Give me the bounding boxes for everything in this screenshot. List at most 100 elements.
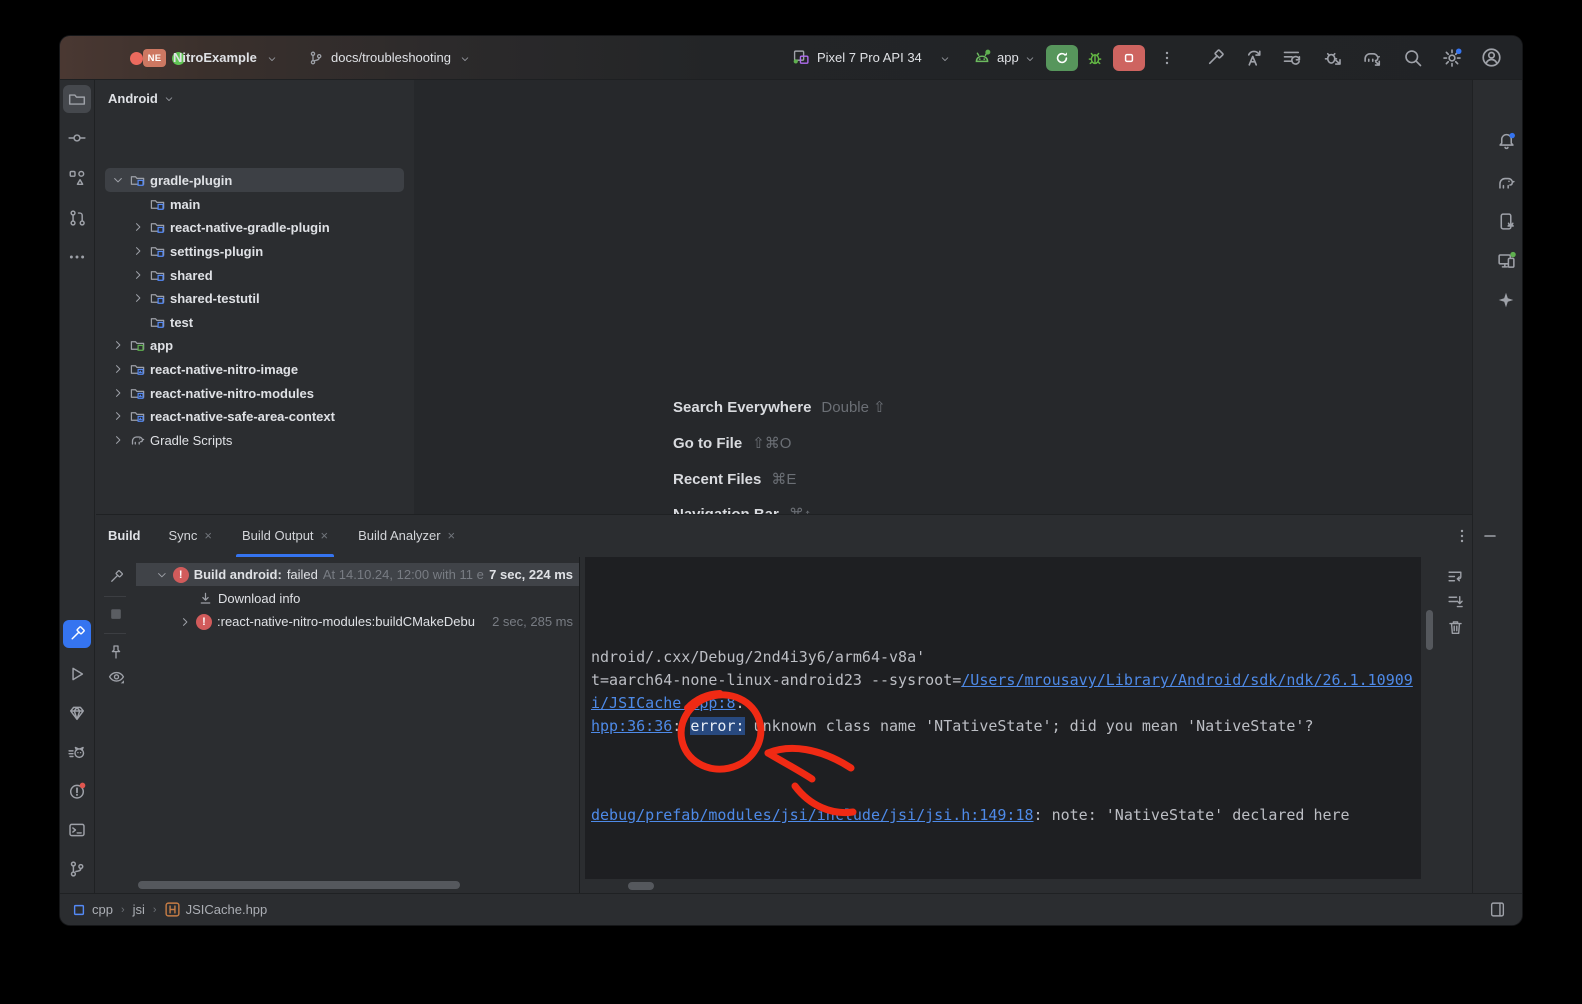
panel-options-icon[interactable] (1454, 528, 1470, 544)
tree-item-test[interactable]: test (96, 310, 413, 334)
tree-item-react-native-nitro-image[interactable]: react-native-nitro-image (96, 357, 413, 381)
file-link[interactable]: i/JSICache.cpp:8 (591, 694, 736, 712)
close-tab-icon[interactable]: × (321, 528, 329, 543)
build-tree-task[interactable]: ! :react-native-nitro-modules:buildCMake… (136, 610, 579, 633)
chevron-right-icon (112, 434, 124, 446)
device-selector[interactable]: Pixel 7 Pro API 34 (817, 50, 922, 65)
build-project-icon[interactable] (1205, 48, 1225, 68)
tree-item-app[interactable]: app (96, 333, 413, 357)
tool-build[interactable] (63, 620, 91, 648)
event-log-icon[interactable] (1489, 901, 1506, 918)
tree-item-gradle-plugin[interactable]: gradle-plugin (105, 168, 404, 192)
tool-logcat[interactable] (63, 738, 91, 766)
rerun-button[interactable] (1046, 45, 1078, 71)
console-error-line: hpp:36:36: error: unknown class name 'NT… (591, 717, 1313, 735)
tool-run[interactable] (63, 660, 91, 688)
build-tree-download-info[interactable]: Download info (136, 587, 579, 610)
module-folder-icon (150, 314, 166, 330)
tree-item-react-native-nitro-modules[interactable]: react-native-nitro-modules (96, 381, 413, 405)
tree-item-shared-testutil[interactable]: shared-testutil (96, 286, 413, 310)
tool-running-devices[interactable] (1492, 246, 1520, 274)
project-view-selector[interactable]: Android (108, 91, 174, 106)
tool-app-quality-insights[interactable] (63, 699, 91, 727)
tab-build-analyzer[interactable]: Build Analyzer × (356, 514, 457, 557)
pin-icon[interactable] (104, 640, 128, 664)
tool-problems[interactable] (63, 777, 91, 805)
clear-all-icon[interactable] (1443, 615, 1467, 639)
breadcrumb-jsi[interactable]: jsi (133, 902, 145, 917)
close-window-button[interactable] (130, 52, 143, 65)
device-manager-icon (1497, 212, 1516, 231)
tree-item-react-native-gradle-plugin[interactable]: react-native-gradle-plugin (96, 215, 413, 239)
library-folder-icon (130, 408, 146, 424)
tree-item-gradle-scripts[interactable]: Gradle Scripts (96, 428, 413, 452)
close-tab-icon[interactable]: × (204, 528, 212, 543)
tool-more[interactable] (63, 243, 91, 271)
view-options-icon[interactable] (104, 664, 128, 688)
bug-icon (1086, 49, 1104, 67)
gradle-elephant-icon (130, 432, 146, 448)
folder-icon (68, 90, 86, 108)
console-horizontal-scrollbar[interactable] (628, 882, 654, 890)
attach-debugger-icon[interactable] (1323, 48, 1343, 68)
tool-gradle[interactable] (1492, 168, 1520, 196)
left-tool-strip (60, 80, 95, 893)
stop-button[interactable] (1113, 45, 1145, 71)
more-options-icon[interactable] (1159, 50, 1175, 66)
bell-icon (1497, 132, 1516, 151)
build-title: Build (108, 528, 141, 543)
tool-structure[interactable] (63, 164, 91, 192)
stop-build-icon[interactable] (104, 602, 128, 626)
breadcrumb-file[interactable]: JSICache.hpp (186, 902, 268, 917)
console-vertical-scrollbar[interactable] (1426, 610, 1433, 650)
library-folder-icon (130, 385, 146, 401)
tree-item-settings-plugin[interactable]: settings-plugin (96, 239, 413, 263)
file-link[interactable]: /Users/mrousavy/Library/Android/sdk/ndk/… (961, 671, 1413, 689)
tab-sync[interactable]: Sync × (167, 514, 215, 557)
project-selector[interactable]: NitroExample (173, 50, 257, 65)
scroll-to-end-icon[interactable] (1443, 589, 1467, 613)
more-horizontal-icon (68, 248, 86, 266)
search-everywhere-icon[interactable] (1403, 48, 1423, 68)
chevron-down-icon (940, 54, 950, 64)
gradle-elephant-icon (1497, 173, 1516, 192)
chevron-right-icon (112, 339, 124, 351)
tool-pull-requests[interactable] (63, 204, 91, 232)
apply-code-changes-icon[interactable] (1282, 48, 1302, 68)
tool-terminal[interactable] (63, 816, 91, 844)
shortcut-search-everywhere: Search EverywhereDouble ⇧ (673, 398, 886, 416)
hide-panel-icon[interactable] (1482, 528, 1498, 544)
profile-icon[interactable] (1481, 47, 1502, 68)
file-link[interactable]: debug/prefab/modules/jsi/include/jsi/jsi… (591, 806, 1034, 824)
apply-changes-icon[interactable] (1244, 48, 1264, 68)
tab-build-output[interactable]: Build Output × (240, 514, 330, 557)
download-icon (198, 591, 213, 606)
chevron-down-icon (267, 54, 277, 64)
run-config-selector[interactable]: app (997, 50, 1019, 65)
tree-horizontal-scrollbar[interactable] (138, 881, 460, 889)
error-icon: ! (173, 567, 189, 583)
tool-notifications[interactable] (1492, 127, 1520, 155)
file-link[interactable]: hpp:36:36 (591, 717, 672, 735)
tool-commit[interactable] (63, 124, 91, 152)
tool-gemini[interactable] (1492, 286, 1520, 314)
tool-device-manager[interactable] (1492, 207, 1520, 235)
right-tool-strip (1472, 80, 1522, 893)
sync-gradle-icon[interactable] (1362, 48, 1382, 68)
build-tool-window: Build Sync × Build Output × Build Analyz… (96, 514, 1472, 893)
debug-button[interactable] (1082, 45, 1108, 71)
build-header: Build Sync × Build Output × Build Analyz… (96, 514, 1472, 557)
tree-item-main[interactable]: main (96, 192, 413, 216)
tool-version-control[interactable] (63, 855, 91, 883)
build-tree-root[interactable]: ! Build android: failed At 14.10.24, 12:… (136, 563, 579, 586)
tool-project[interactable] (63, 85, 91, 113)
breadcrumb-cpp[interactable]: cpp (92, 902, 113, 917)
tree-item-react-native-safe-area-context[interactable]: react-native-safe-area-context (96, 404, 413, 428)
close-tab-icon[interactable]: × (448, 528, 456, 543)
settings-icon[interactable] (1442, 48, 1462, 68)
branch-selector[interactable]: docs/troubleshooting (331, 50, 451, 65)
rebuild-icon[interactable] (104, 565, 128, 589)
tree-item-shared[interactable]: shared (96, 263, 413, 287)
soft-wrap-icon[interactable] (1443, 564, 1467, 588)
pull-request-icon (68, 209, 86, 227)
